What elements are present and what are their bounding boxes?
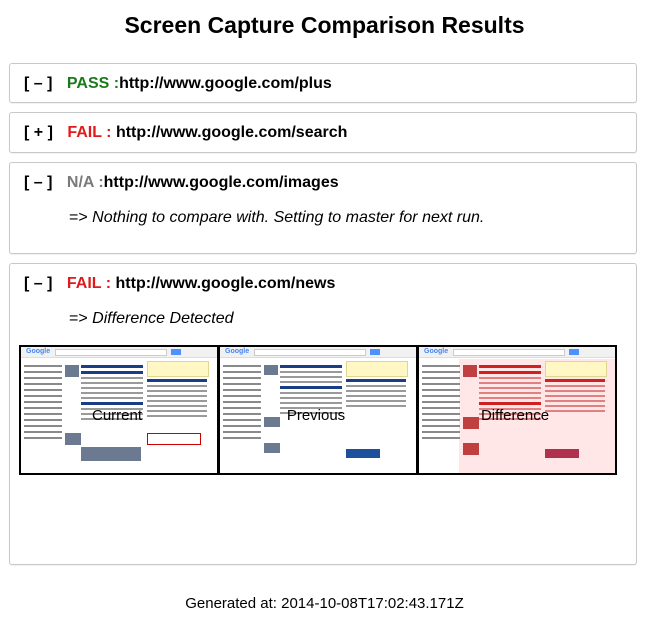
result-header: [ + ] FAIL : http://www.google.com/searc… [24,124,347,142]
arrow-prefix: => [69,310,88,327]
result-url: http://www.google.com/news [115,275,336,292]
result-header: [ – ] PASS :http://www.google.com/plus [24,75,332,93]
expand-toggle[interactable]: [ + ] [24,124,53,141]
status-fail: FAIL : [67,124,112,141]
collapse-toggle[interactable]: [ – ] [24,75,52,92]
collapse-toggle[interactable]: [ – ] [24,275,52,292]
page-title: Screen Capture Comparison Results [124,12,525,38]
result-panel-news: [ – ] FAIL : http://www.google.com/news … [9,263,637,565]
result-header: [ – ] FAIL : http://www.google.com/news [24,275,335,293]
result-message: => Nothing to compare with. Setting to m… [69,209,484,227]
status-pass: PASS : [66,75,120,92]
caption-difference: Difference [480,407,550,424]
caption-current: Current [91,407,143,424]
result-url: http://www.google.com/search [115,124,348,141]
status-na: N/A : [66,174,104,191]
result-panel-search: [ + ] FAIL : http://www.google.com/searc… [9,112,637,153]
result-url: http://www.google.com/images [103,174,339,191]
generated-timestamp: Generated at: 2014-10-08T17:02:43.171Z [185,595,464,612]
arrow-prefix: => [69,209,88,226]
result-message: => Difference Detected [69,310,234,328]
result-url: http://www.google.com/plus [119,75,332,92]
collapse-toggle[interactable]: [ – ] [24,174,52,191]
result-header: [ – ] N/A :http://www.google.com/images [24,174,339,192]
message-text: Difference Detected [92,310,234,327]
message-text: Nothing to compare with. Setting to mast… [92,209,485,226]
caption-previous: Previous [286,407,346,424]
result-panel-plus: [ – ] PASS :http://www.google.com/plus [9,63,637,103]
result-panel-images: [ – ] N/A :http://www.google.com/images … [9,162,637,254]
status-fail: FAIL : [66,275,112,292]
